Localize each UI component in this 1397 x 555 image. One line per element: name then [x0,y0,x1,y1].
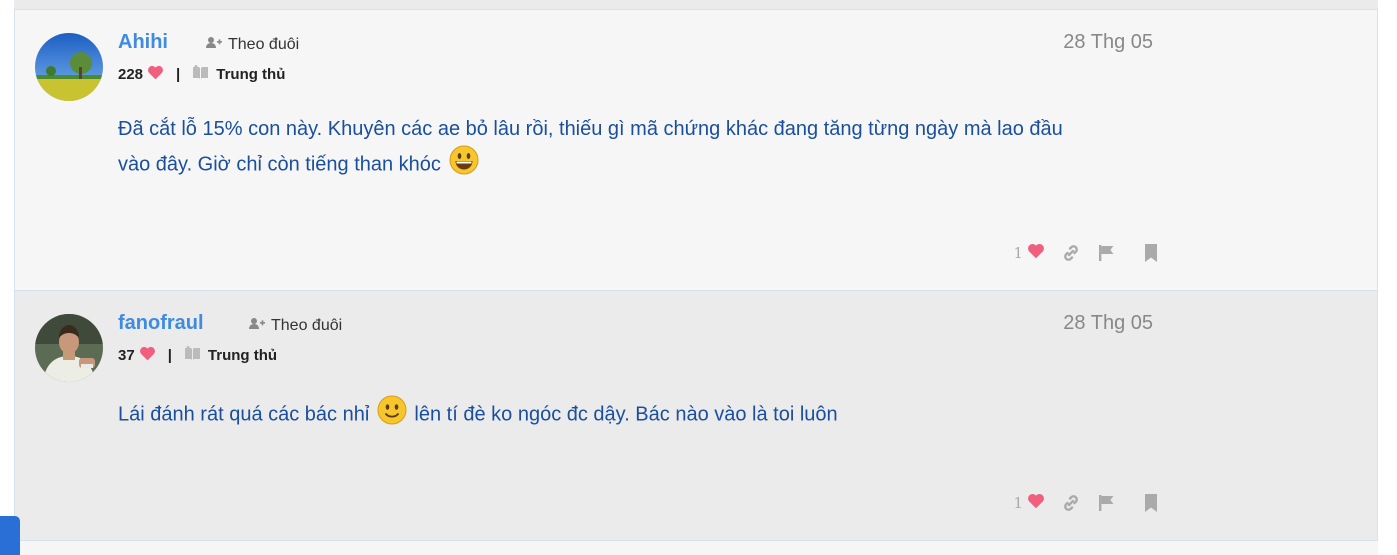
follow-label: Theo đuôi [228,36,300,53]
link-icon[interactable] [1061,493,1081,513]
rank-label: Trung thủ [207,347,278,364]
score: 37 [118,347,135,364]
user-stats: 228 | Trung thủ [118,65,285,84]
heart-icon [1027,493,1045,513]
user-plus-icon [249,317,265,335]
separator: | [176,66,181,83]
avatar[interactable] [35,314,103,382]
follow-button[interactable]: Theo đuôi [206,36,299,54]
follow-button[interactable]: Theo đuôi [249,317,342,335]
rank-label: Trung thủ [216,66,286,83]
heart-icon [147,65,164,84]
post-date: 28 Thg 05 [1063,31,1153,53]
book-icon [184,346,201,365]
post-content: Lái đánh rát quá các bác nhỉ lên tí đè k… [118,395,1158,435]
post-actions: 1 [1013,493,1159,513]
user-stats: 37 | Trung thủ [118,346,277,365]
post-text-line: lên tí đè ko ngóc đc dậy. Bác nào vào là… [414,403,838,426]
username[interactable]: fanofraul [118,312,204,335]
avatar[interactable] [35,33,103,101]
post-item: fanofraul Theo đuôi 28 Thg 05 37 | Trung… [14,291,1378,541]
grinning-face-emoji [449,145,479,185]
side-tab-button[interactable] [0,516,20,555]
user-plus-icon [206,36,222,54]
post-item: Ahihi Theo đuôi 28 Thg 05 228 | Trung th… [14,10,1378,291]
post-text-line: Đã cắt lỗ 15% con này. Khuyên các ae bỏ … [118,118,1063,140]
heart-icon [139,346,156,365]
like-button[interactable]: 1 [1013,243,1045,263]
follow-label: Theo đuôi [271,317,343,334]
like-count: 1 [1013,494,1023,512]
slightly-smiling-face-emoji [377,395,407,435]
flag-icon[interactable] [1097,243,1117,263]
bookmark-icon[interactable] [1143,243,1159,263]
next-post-edge [14,541,1378,555]
flag-icon[interactable] [1097,493,1117,513]
post-date: 28 Thg 05 [1063,312,1153,334]
previous-post-edge [14,0,1378,10]
separator: | [167,347,172,364]
heart-icon [1027,243,1045,263]
book-icon [192,65,209,84]
link-icon[interactable] [1061,243,1081,263]
post-content: Đã cắt lỗ 15% con này. Khuyên các ae bỏ … [118,114,1158,185]
bookmark-icon[interactable] [1143,493,1159,513]
like-button[interactable]: 1 [1013,493,1045,513]
post-text-line: Lái đánh rát quá các bác nhỉ [118,403,370,426]
like-count: 1 [1013,244,1023,262]
username[interactable]: Ahihi [118,31,168,54]
post-actions: 1 [1013,243,1159,263]
score: 228 [118,66,144,83]
post-text-line: vào đây. Giờ chỉ còn tiếng than khóc [118,153,441,176]
